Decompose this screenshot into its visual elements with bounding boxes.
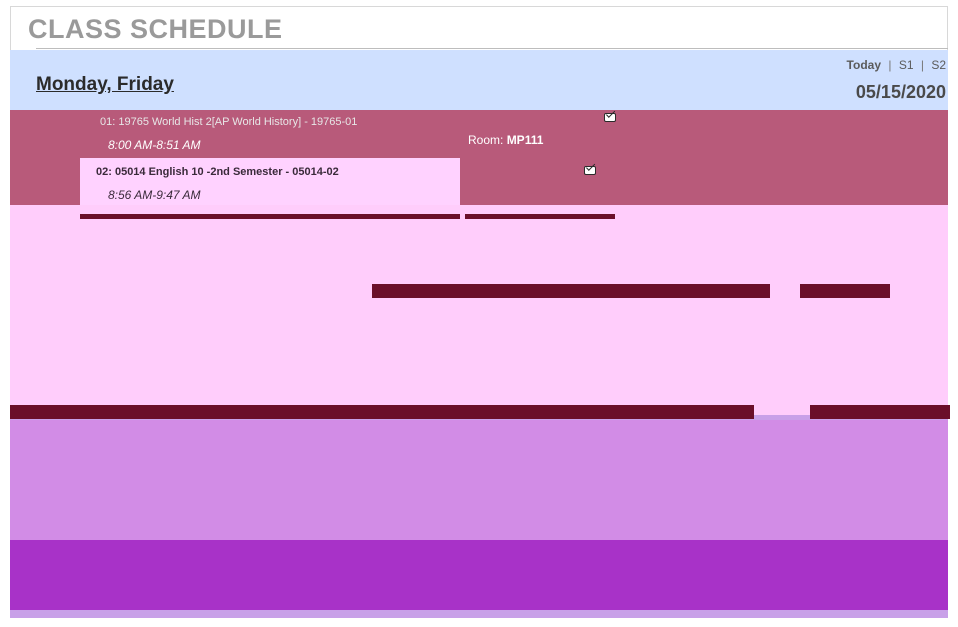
class-row-1-title[interactable]: 01: 19765 World Hist 2[AP World History]… — [100, 116, 357, 128]
room-label-text: Room: — [468, 133, 504, 147]
divider-bar — [10, 405, 754, 419]
s1-link[interactable]: S1 — [899, 58, 914, 72]
link-separator: | — [920, 58, 924, 72]
room-value: MP111 — [506, 133, 544, 147]
page-title: CLASS SCHEDULE — [28, 14, 283, 44]
class-row-2-time: 8:56 AM-9:47 AM — [108, 188, 201, 202]
class-row-1-time: 8:00 AM-8:51 AM — [108, 138, 201, 152]
link-separator: | — [888, 58, 892, 72]
divider-bar — [810, 405, 950, 419]
email-envelope-icon[interactable] — [604, 113, 616, 122]
email-envelope-icon[interactable] — [584, 166, 596, 175]
class-row-2-title[interactable]: 02: 05014 English 10 -2nd Semester - 050… — [96, 166, 339, 178]
semester-links: Today | S1 | S2 — [847, 58, 946, 72]
s2-link[interactable]: S2 — [931, 58, 946, 72]
divider-bar — [465, 214, 615, 219]
day-list-link[interactable]: Monday, Friday — [36, 74, 174, 96]
title-divider — [36, 48, 948, 49]
room-label: Room: MP111 — [468, 133, 543, 147]
today-link[interactable]: Today — [847, 58, 881, 72]
content-pink-band — [10, 205, 948, 415]
content-dark-band — [10, 540, 948, 610]
divider-bar — [372, 284, 770, 298]
divider-bar — [80, 214, 460, 219]
divider-bar — [800, 284, 890, 298]
current-date: 05/15/2020 — [855, 82, 946, 102]
